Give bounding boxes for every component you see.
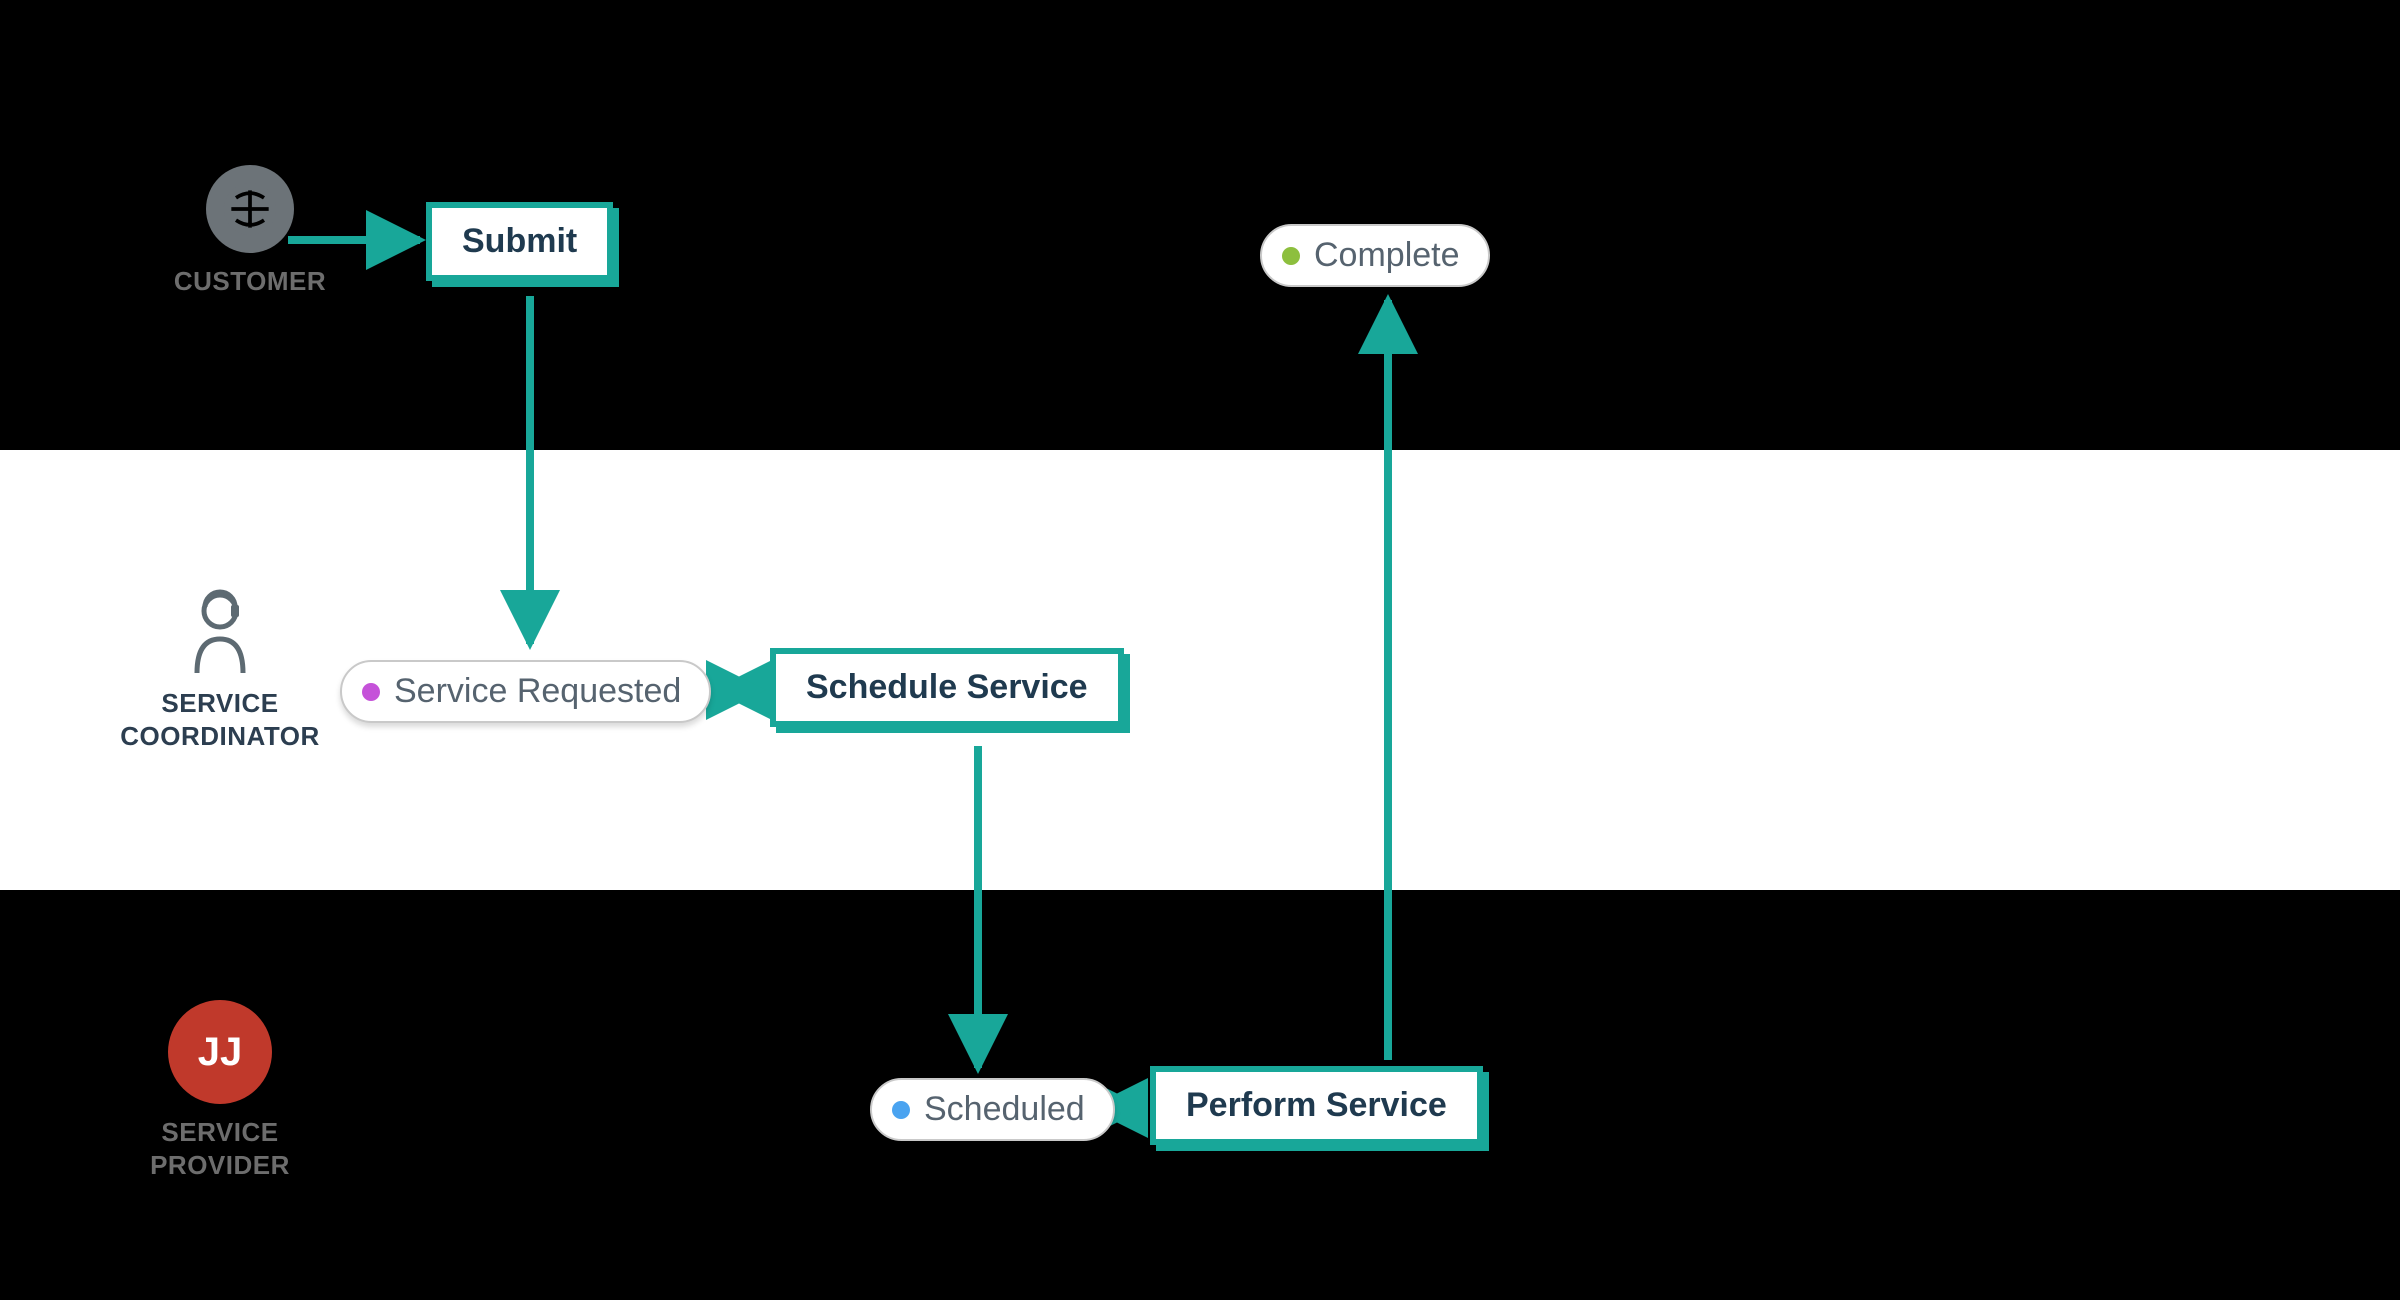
avatar-initials: JJ [168,1000,272,1104]
actor-service-coordinator: SERVICE COORDINATOR [90,585,350,752]
node-perform-service[interactable]: Perform Service [1150,1066,1483,1145]
actor-coordinator-label: SERVICE COORDINATOR [90,687,350,752]
node-submit[interactable]: Submit [426,202,613,281]
node-complete[interactable]: Complete [1260,224,1490,287]
status-dot-icon [362,683,380,701]
person-globe-icon [222,181,278,237]
node-schedule-service[interactable]: Schedule Service [770,648,1124,727]
node-schedule-service-label: Schedule Service [806,668,1088,706]
node-service-requested[interactable]: Service Requested [340,660,711,723]
status-dot-icon [1282,247,1300,265]
actor-customer-label: CUSTOMER [140,265,360,298]
customer-icon [206,165,294,253]
node-scheduled-label: Scheduled [924,1090,1085,1128]
actor-service-provider: JJ SERVICE PROVIDER [110,1000,330,1181]
node-perform-service-label: Perform Service [1186,1086,1447,1124]
headset-person-icon [185,585,255,675]
node-submit-label: Submit [462,222,577,260]
node-service-requested-label: Service Requested [394,672,681,710]
node-complete-label: Complete [1314,236,1460,274]
node-scheduled[interactable]: Scheduled [870,1078,1115,1141]
actor-customer: CUSTOMER [140,165,360,298]
actor-provider-label: SERVICE PROVIDER [110,1116,330,1181]
diagram-canvas: CUSTOMER SERVICE COORDINATOR JJ SERVICE … [0,0,2400,1300]
status-dot-icon [892,1101,910,1119]
